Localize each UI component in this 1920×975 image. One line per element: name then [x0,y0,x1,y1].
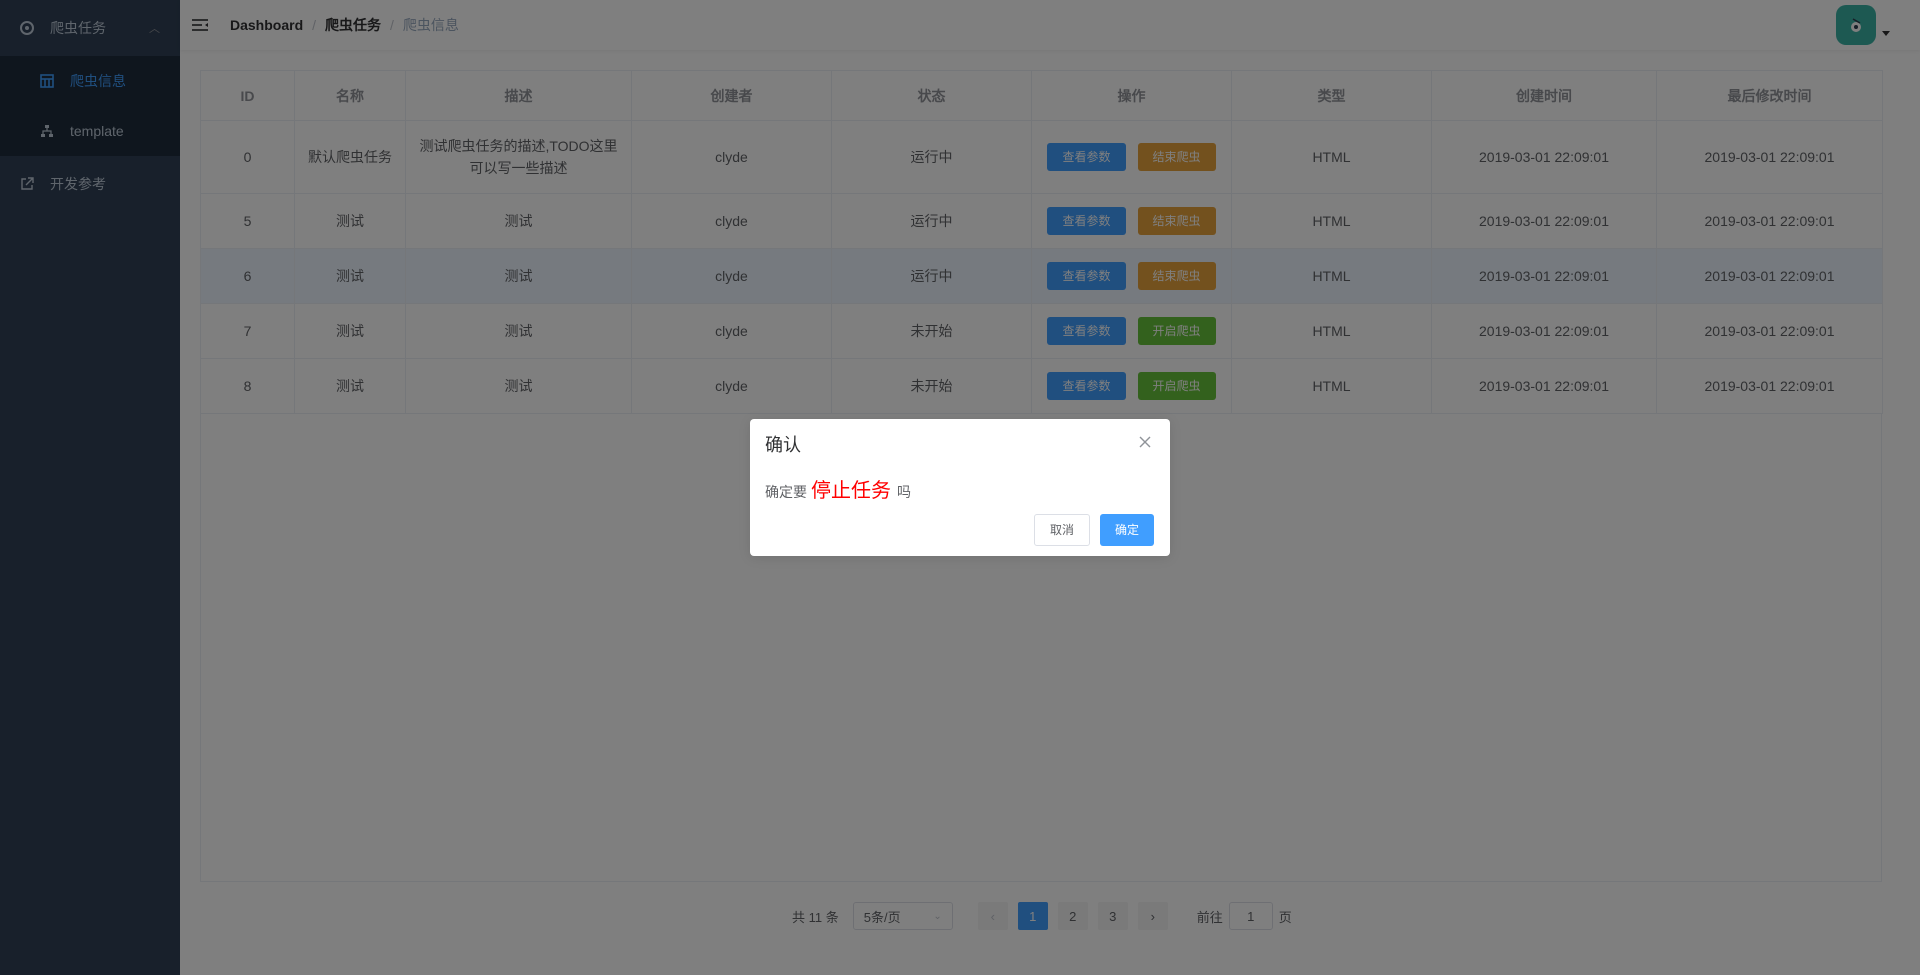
dialog-message-emphasis: 停止任务 [811,480,891,502]
dialog-footer: 取消 确定 [1024,514,1154,546]
close-icon[interactable] [1137,434,1153,450]
confirm-button[interactable]: 确定 [1099,514,1154,546]
cancel-button[interactable]: 取消 [1033,514,1090,546]
dialog-message: 确定要 停止任务 吗 [765,474,1155,503]
confirm-dialog: 确认 确定要 停止任务 吗 取消 确定 [750,419,1170,556]
dialog-title: 确认 [765,435,801,455]
dialog-message-suffix: 吗 [897,484,911,500]
dialog-message-prefix: 确定要 [765,484,807,500]
